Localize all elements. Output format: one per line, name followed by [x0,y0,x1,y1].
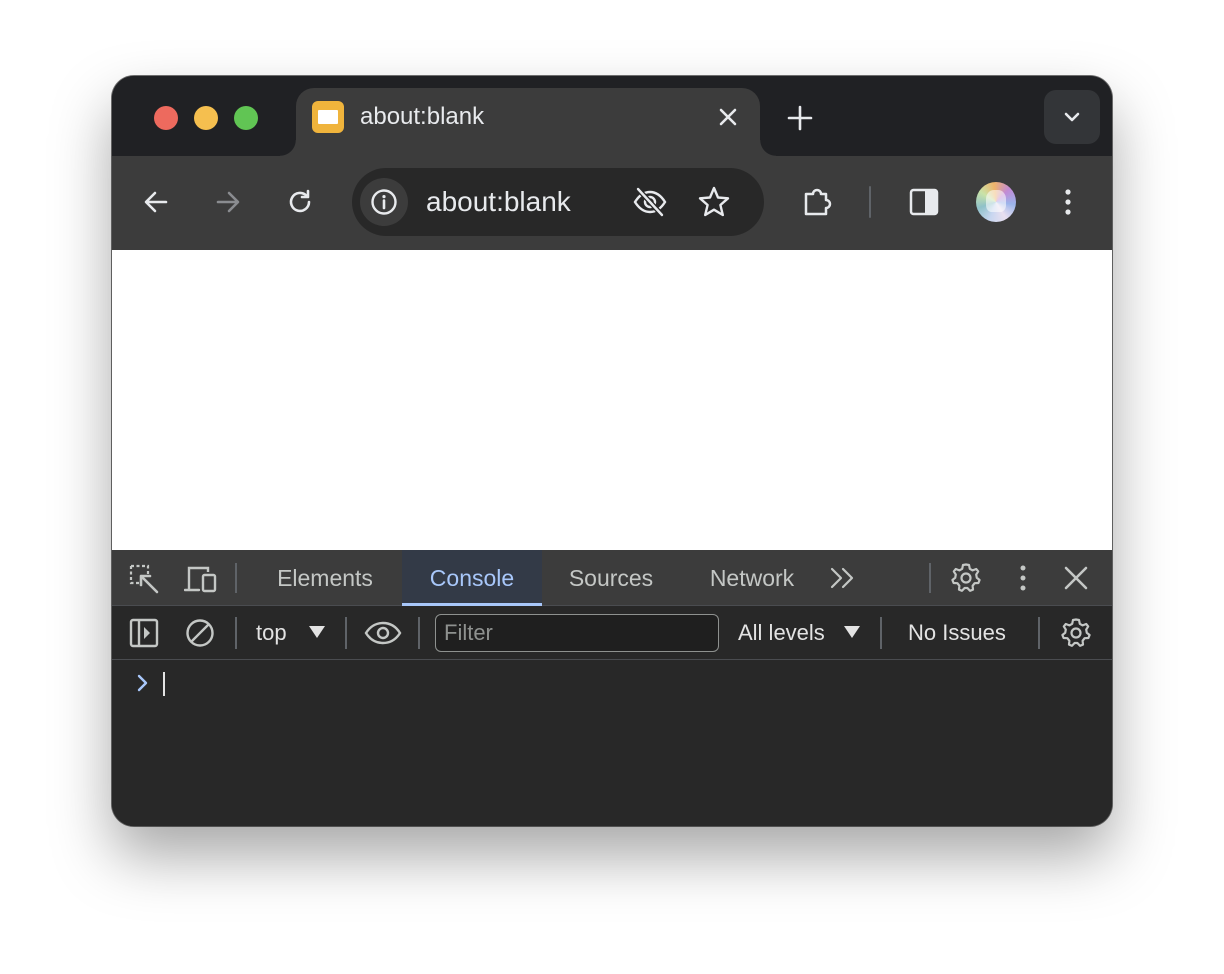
tab-sources[interactable]: Sources [544,550,678,606]
site-info-button[interactable] [360,178,408,226]
clear-console-icon[interactable] [184,617,216,649]
browser-toolbar: about:blank [112,156,1112,250]
eye-off-icon[interactable] [632,185,668,219]
tab-title: about:blank [360,103,485,130]
tab-network[interactable]: Network [682,550,822,606]
devtools-menu-icon[interactable] [1008,563,1038,593]
side-panel-icon[interactable] [908,186,940,218]
eye-icon[interactable] [364,618,402,648]
devtools-separator [235,563,237,593]
devtools-panel: Elements Console Sources Network top Fil… [112,550,1112,826]
close-icon[interactable] [714,103,742,131]
inspect-element-icon[interactable] [128,563,160,595]
console-toolbar: top All levels No Issues [112,606,1112,660]
close-icon[interactable] [1062,564,1090,592]
star-icon[interactable] [697,185,731,219]
toolbar-separator [345,617,347,649]
tab-strip: about:blank [112,76,1112,156]
devtools-separator [929,563,931,593]
reload-icon[interactable] [284,186,316,218]
window-minimize-button[interactable] [194,106,218,130]
puzzle-icon[interactable] [800,184,836,220]
page-favicon-icon [312,101,344,133]
toolbar-separator [235,617,237,649]
prompt-chevron-icon [137,674,148,692]
console-input-area[interactable] [112,660,1112,826]
text-cursor [163,672,165,696]
toolbar-separator [880,617,882,649]
console-settings-gear-icon[interactable] [1060,617,1092,649]
info-icon [371,189,397,215]
browser-window: about:blank about:blank Elements Console… [112,76,1112,826]
log-levels-dropdown[interactable]: All levels [738,617,825,649]
sidebar-toggle-icon[interactable] [128,617,160,649]
arrow-left-icon[interactable] [140,186,172,218]
browser-tab[interactable]: about:blank [280,88,776,156]
url-text[interactable]: about:blank [426,186,571,218]
tab-search-button[interactable] [1044,90,1100,144]
tab-console[interactable]: Console [402,550,542,606]
address-bar[interactable]: about:blank [352,168,764,236]
toolbar-separator [1038,617,1040,649]
caret-down-icon[interactable] [844,626,860,638]
window-close-button[interactable] [154,106,178,130]
toolbar-separator [418,617,420,649]
tab-elements[interactable]: Elements [252,550,398,606]
issues-counter[interactable]: No Issues [908,617,1006,649]
page-viewport[interactable] [112,250,1112,550]
arrow-right-icon[interactable] [212,186,244,218]
kebab-menu-icon[interactable] [1052,186,1084,218]
double-chevron-right-icon[interactable] [828,566,858,590]
device-toggle-icon[interactable] [184,563,218,595]
chevron-down-icon [1064,112,1080,122]
filter-input[interactable] [435,614,719,652]
profile-avatar[interactable] [976,182,1016,222]
caret-down-icon[interactable] [309,626,325,638]
context-selector[interactable]: top [256,617,287,649]
toolbar-divider [869,186,871,218]
window-maximize-button[interactable] [234,106,258,130]
plus-icon[interactable] [784,102,816,134]
gear-icon[interactable] [950,562,982,594]
devtools-tab-bar: Elements Console Sources Network [112,550,1112,606]
